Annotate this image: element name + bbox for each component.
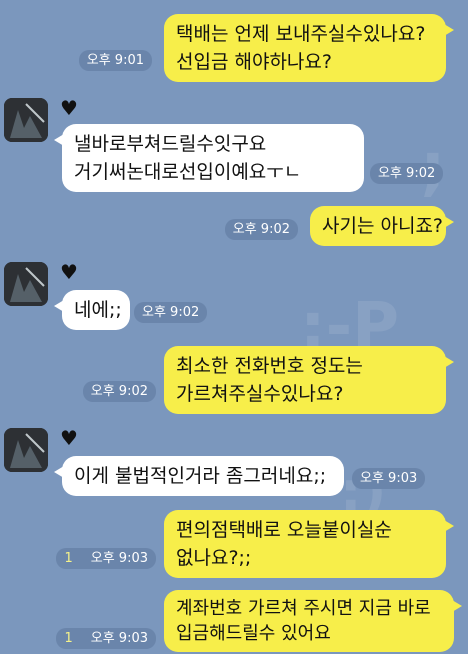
profile-photo-icon — [4, 262, 48, 306]
message-bubble-sent[interactable]: 최소한 전화번호 정도는 가르쳐주실수있나요? — [164, 346, 454, 414]
message-timestamp: 오후 9:01 — [78, 50, 152, 71]
message-timestamp: 오후 9:03 — [352, 468, 426, 489]
message-line: 최소한 전화번호 정도는 — [176, 355, 363, 377]
message-bubble-sent[interactable]: 사기는 아니죠? — [310, 206, 454, 246]
message-line: 없나요?;; — [176, 547, 252, 569]
message-timestamp: 오후 9:02 — [370, 163, 444, 184]
message-timestamp: 오후 9:02 — [82, 381, 156, 402]
avatar[interactable] — [4, 262, 48, 306]
message-bubble-received[interactable]: 이게 불법적인거라 좀그러네요;; — [54, 456, 344, 496]
message-line: 가르쳐주실수있나요? — [176, 383, 344, 405]
message-bubble-received[interactable]: 낼바로부쳐드릴수잇구요 거기써논대로선입이예요ㅜㄴ — [54, 124, 364, 192]
profile-photo-icon — [4, 428, 48, 472]
heart-icon: ♥ — [60, 260, 78, 284]
message-line: 사기는 아니죠? — [322, 215, 444, 237]
heart-icon: ♥ — [60, 96, 78, 120]
avatar[interactable] — [4, 98, 48, 142]
message-timestamp: 오후 9:02 — [224, 219, 298, 240]
message-line: 네에;; — [74, 299, 122, 321]
message-line: 계좌번호 가르쳐 주시면 지금 바로 — [176, 598, 431, 619]
unread-count: 1 — [64, 631, 73, 646]
message-bubble-sent[interactable]: 택배는 언제 보내주실수있나요? 선입금 해야하나요? — [164, 14, 454, 82]
message-line: 입금해드릴수 있어요 — [176, 623, 331, 644]
message-line: 낼바로부쳐드릴수잇구요 — [74, 133, 267, 155]
profile-photo-icon — [4, 98, 48, 142]
heart-icon: ♥ — [60, 426, 78, 450]
unread-count: 1 — [64, 551, 73, 566]
message-bubble-received[interactable]: 네에;; — [54, 290, 130, 330]
message-timestamp: 1 오후 9:03 — [56, 548, 156, 569]
message-line: 거기써논대로선입이예요ㅜㄴ — [74, 161, 302, 183]
message-bubble-sent[interactable]: 계좌번호 가르쳐 주시면 지금 바로 입금해드릴수 있어요 — [164, 590, 462, 652]
message-line: 선입금 해야하나요? — [176, 51, 332, 73]
message-line: 이게 불법적인거라 좀그러네요;; — [74, 465, 327, 487]
message-line: 편의점택배로 오늘붙이실순 — [176, 519, 392, 541]
message-line: 택배는 언제 보내주실수있나요? — [176, 23, 426, 45]
message-timestamp: 1 오후 9:03 — [56, 628, 156, 649]
message-timestamp: 오후 9:02 — [134, 302, 208, 323]
avatar[interactable] — [4, 428, 48, 472]
message-bubble-sent[interactable]: 편의점택배로 오늘붙이실순 없나요?;; — [164, 510, 454, 578]
